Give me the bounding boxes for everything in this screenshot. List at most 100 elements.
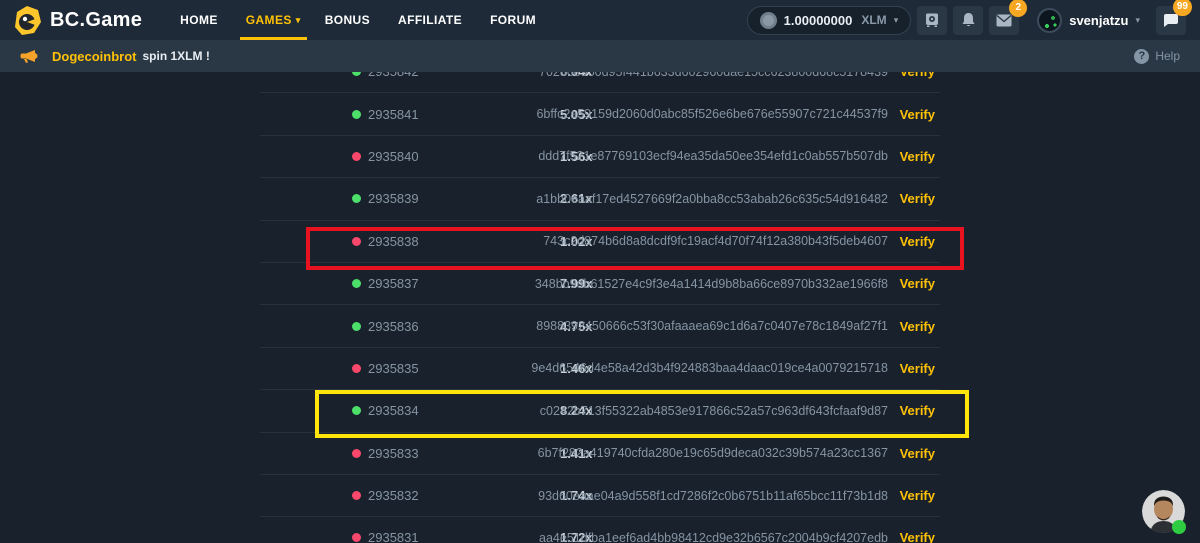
verify-link[interactable]: Verify <box>900 191 935 206</box>
balance-amount: 1.00000000 <box>784 13 853 28</box>
main-nav: HOME GAMES ▾ BONUS AFFILIATE FORUM <box>168 0 552 40</box>
chevron-down-icon: ▾ <box>1135 15 1140 26</box>
game-id[interactable]: 2935839 <box>368 191 419 206</box>
verify-link[interactable]: Verify <box>900 107 935 122</box>
verify-link[interactable]: Verify <box>900 276 935 291</box>
table-row: 2935841 5.05x 6bffc2a59159d2060d0abc85f5… <box>260 93 940 135</box>
balance-selector[interactable]: 1.00000000 XLM ▾ <box>747 6 912 35</box>
game-id[interactable]: 2935833 <box>368 446 419 461</box>
table-row: 2935840 1.56x ddd7f521e87769103ecf94ea35… <box>260 136 940 178</box>
balance-currency: XLM <box>861 13 886 27</box>
verify-link[interactable]: Verify <box>900 446 935 461</box>
header-actions: 1.00000000 XLM ▾ 2 <box>747 6 1186 35</box>
xlm-coin-icon <box>760 12 777 29</box>
table-row: 2935831 1.72x aa4e51dfba1eef6ad4bb98412c… <box>260 517 940 543</box>
game-id[interactable]: 2935840 <box>368 149 419 164</box>
chat-button[interactable]: 99 <box>1156 6 1186 35</box>
game-hash: 743c2d874b6d8a8dcdf9fc19acf4d70f74f12a38… <box>543 234 888 248</box>
table-row: 2935836 4.75x 8988392450666c53f30afaaaea… <box>260 305 940 347</box>
game-id[interactable]: 2935835 <box>368 361 419 376</box>
verify-link[interactable]: Verify <box>900 361 935 376</box>
game-hash: 6bffc2a59159d2060d0abc85f526e6be676e5590… <box>536 107 888 121</box>
result-dot <box>352 364 361 373</box>
game-id[interactable]: 2935834 <box>368 403 419 418</box>
verify-link[interactable]: Verify <box>900 149 935 164</box>
result-dot <box>352 533 361 542</box>
game-hash: 9e4d6546d4e58a42d3b4f924883baa4daac019ce… <box>531 361 888 375</box>
game-id[interactable]: 2935831 <box>368 530 419 543</box>
chevron-down-icon: ▾ <box>296 15 301 26</box>
notifications-button[interactable] <box>953 6 983 35</box>
brand-logo[interactable]: BC.Game <box>14 6 142 35</box>
game-id[interactable]: 2935838 <box>368 234 419 249</box>
vault-button[interactable] <box>917 6 947 35</box>
verify-link[interactable]: Verify <box>900 72 935 79</box>
result-dot <box>352 279 361 288</box>
game-hash: 70280e950d95f441b633d602960dae15cc623800… <box>539 72 888 79</box>
support-chat-avatar[interactable] <box>1142 490 1185 533</box>
table-row: 2935842 6.04x 70280e950d95f441b633d60296… <box>260 72 940 93</box>
game-id[interactable]: 2935836 <box>368 319 419 334</box>
mail-icon <box>996 14 1012 27</box>
game-id[interactable]: 2935832 <box>368 488 419 503</box>
result-dot <box>352 491 361 500</box>
game-hash: 93d60eaae04a9d558f1cd7286f2c0b6751b11af6… <box>538 489 888 503</box>
game-hash: ddd7f521e87769103ecf94ea35da50ee354efd1c… <box>538 149 888 163</box>
table-row: 2935834 8.24x c0242b713f55322ab4853e9178… <box>260 390 940 432</box>
verify-link[interactable]: Verify <box>900 488 935 503</box>
announcement-bar: Dogecoinbrot spin 1XLM ! ? Help <box>0 40 1200 72</box>
game-hash: a1bb0eaaf17ed4527669f2a0bba8cc53abab26c6… <box>536 192 888 206</box>
vault-icon <box>924 12 940 28</box>
top-header: BC.Game HOME GAMES ▾ BONUS AFFILIATE FOR… <box>0 0 1200 40</box>
game-hash: 8988392450666c53f30afaaaea69c1d6a7c0407e… <box>536 319 888 333</box>
result-dot <box>352 322 361 331</box>
result-dot <box>352 237 361 246</box>
verify-link[interactable]: Verify <box>900 403 935 418</box>
game-id[interactable]: 2935837 <box>368 276 419 291</box>
user-menu[interactable]: svenjatzu ▾ <box>1037 8 1140 33</box>
main-content: 2935842 6.04x 70280e950d95f441b633d60296… <box>0 72 1200 543</box>
verify-link[interactable]: Verify <box>900 530 935 543</box>
question-mark-icon: ? <box>1134 49 1149 64</box>
help-label: Help <box>1155 49 1180 63</box>
game-hash: aa4e51dfba1eef6ad4bb98412cd9e32b6567c200… <box>539 531 888 543</box>
announcement-game-link[interactable]: Dogecoinbrot <box>52 49 137 64</box>
user-avatar <box>1037 8 1062 33</box>
result-dot <box>352 152 361 161</box>
bell-icon <box>961 12 976 28</box>
chat-badge: 99 <box>1173 0 1192 16</box>
announcement-text: spin 1XLM ! <box>143 49 210 63</box>
table-row: 2935838 1.02x 743c2d874b6d8a8dcdf9fc19ac… <box>260 221 940 263</box>
bcgame-logo-icon <box>14 6 41 35</box>
result-dot <box>352 406 361 415</box>
history-table: 2935842 6.04x 70280e950d95f441b633d60296… <box>260 72 940 543</box>
chevron-down-icon: ▾ <box>894 15 899 26</box>
verify-link[interactable]: Verify <box>900 319 935 334</box>
messages-badge: 2 <box>1009 0 1027 17</box>
nav-item-forum[interactable]: FORUM <box>478 0 552 40</box>
nav-item-affiliate[interactable]: AFFILIATE <box>386 0 478 40</box>
table-row: 2935835 1.46x 9e4d6546d4e58a42d3b4f92488… <box>260 348 940 390</box>
messages-button[interactable]: 2 <box>989 6 1019 35</box>
megaphone-icon <box>20 49 38 64</box>
result-dot <box>352 449 361 458</box>
game-hash: 6b7f282a419740cfda280e19c65d9deca032c39b… <box>538 446 888 460</box>
nav-item-games[interactable]: GAMES ▾ <box>234 0 313 40</box>
table-row: 2935837 7.99x 348bb9db61527e4c9f3e4a1414… <box>260 263 940 305</box>
table-row: 2935839 2.61x a1bb0eaaf17ed4527669f2a0bb… <box>260 178 940 220</box>
result-dot <box>352 194 361 203</box>
online-status-dot <box>1172 520 1186 534</box>
game-id[interactable]: 2935842 <box>368 72 419 79</box>
game-hash: 348bb9db61527e4c9f3e4a1414d9b8ba66ce8970… <box>535 277 888 291</box>
result-dot <box>352 110 361 119</box>
help-button[interactable]: ? Help <box>1134 49 1180 64</box>
table-row: 2935833 1.41x 6b7f282a419740cfda280e19c6… <box>260 433 940 475</box>
game-id[interactable]: 2935841 <box>368 107 419 122</box>
username: svenjatzu <box>1069 13 1128 28</box>
game-hash: c0242b713f55322ab4853e917866c52a57c963df… <box>540 404 888 418</box>
nav-item-bonus[interactable]: BONUS <box>313 0 386 40</box>
verify-link[interactable]: Verify <box>900 234 935 249</box>
result-dot <box>352 72 361 76</box>
nav-item-home[interactable]: HOME <box>168 0 234 40</box>
table-row: 2935832 1.74x 93d60eaae04a9d558f1cd7286f… <box>260 475 940 517</box>
